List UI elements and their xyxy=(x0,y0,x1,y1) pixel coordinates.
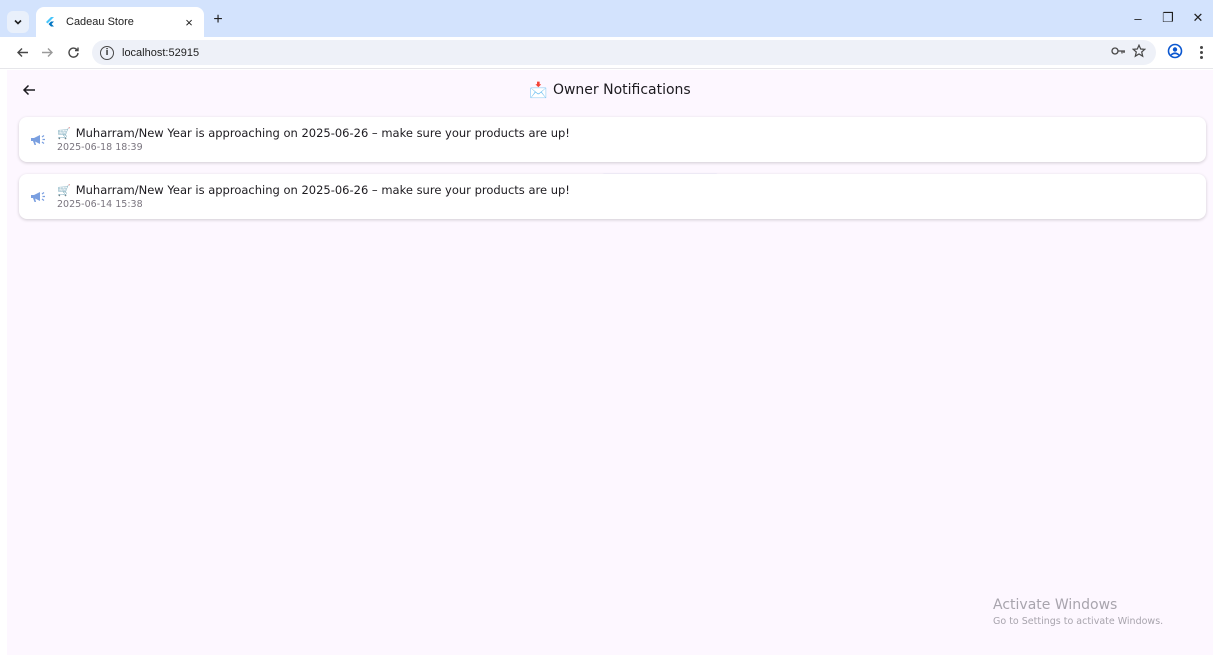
megaphone-icon xyxy=(19,174,57,219)
restore-button[interactable]: ❐ xyxy=(1160,10,1176,26)
notification-message: Muharram/New Year is approaching on 2025… xyxy=(75,183,570,197)
url-text: localhost:52915 xyxy=(122,46,200,59)
profile-icon[interactable] xyxy=(1167,43,1183,59)
page-title-text: Owner Notifications xyxy=(552,82,691,98)
browser-back-button[interactable] xyxy=(13,43,31,61)
reload-icon xyxy=(67,46,79,58)
star-icon[interactable] xyxy=(1131,43,1147,59)
address-bar[interactable]: i localhost:52915 xyxy=(92,40,1156,65)
kebab-icon[interactable] xyxy=(1196,43,1206,61)
app-surface: 📩 Owner Notifications 🛒 Muharram/New Yea… xyxy=(7,70,1213,655)
new-tab-button[interactable]: + xyxy=(210,11,226,28)
notification-timestamp: 2025-06-14 15:38 xyxy=(57,199,143,210)
minimize-button[interactable]: – xyxy=(1130,10,1146,26)
close-window-button[interactable]: ✕ xyxy=(1190,10,1206,26)
arrow-right-icon xyxy=(41,47,53,57)
notification-card[interactable]: 🛒 Muharram/New Year is approaching on 20… xyxy=(19,117,1206,162)
flutter-icon xyxy=(44,15,58,29)
key-icon[interactable] xyxy=(1110,43,1126,59)
tab-search-button[interactable] xyxy=(7,11,29,33)
inbox-icon: 📩 xyxy=(529,81,548,99)
tab-strip: Cadeau Store × + – ❐ ✕ xyxy=(0,0,1213,37)
arrow-left-icon xyxy=(16,47,28,57)
back-button[interactable] xyxy=(19,80,39,100)
cart-icon: 🛒 xyxy=(57,126,71,140)
notification-message: Muharram/New Year is approaching on 2025… xyxy=(75,126,570,140)
tab-title: Cadeau Store xyxy=(66,16,134,28)
watermark-subtitle: Go to Settings to activate Windows. xyxy=(993,616,1164,627)
notification-timestamp: 2025-06-18 18:39 xyxy=(57,142,143,153)
browser-toolbar: i localhost:52915 xyxy=(0,37,1213,69)
page-title: 📩 Owner Notifications xyxy=(7,70,1213,110)
cart-icon: 🛒 xyxy=(57,183,71,197)
browser-tab[interactable]: Cadeau Store × xyxy=(36,7,204,37)
app-bar: 📩 Owner Notifications xyxy=(7,70,1213,110)
arrow-left-icon xyxy=(22,84,35,96)
tab-close-icon[interactable]: × xyxy=(182,15,196,30)
chevron-down-icon xyxy=(14,19,22,25)
notification-card[interactable]: 🛒 Muharram/New Year is approaching on 20… xyxy=(19,174,1206,219)
browser-forward-button[interactable] xyxy=(38,43,56,61)
megaphone-icon xyxy=(19,117,57,162)
activation-watermark: Activate Windows Go to Settings to activ… xyxy=(993,597,1163,627)
reload-button[interactable] xyxy=(64,43,82,61)
watermark-title: Activate Windows xyxy=(993,597,1118,613)
info-icon[interactable]: i xyxy=(100,45,114,60)
